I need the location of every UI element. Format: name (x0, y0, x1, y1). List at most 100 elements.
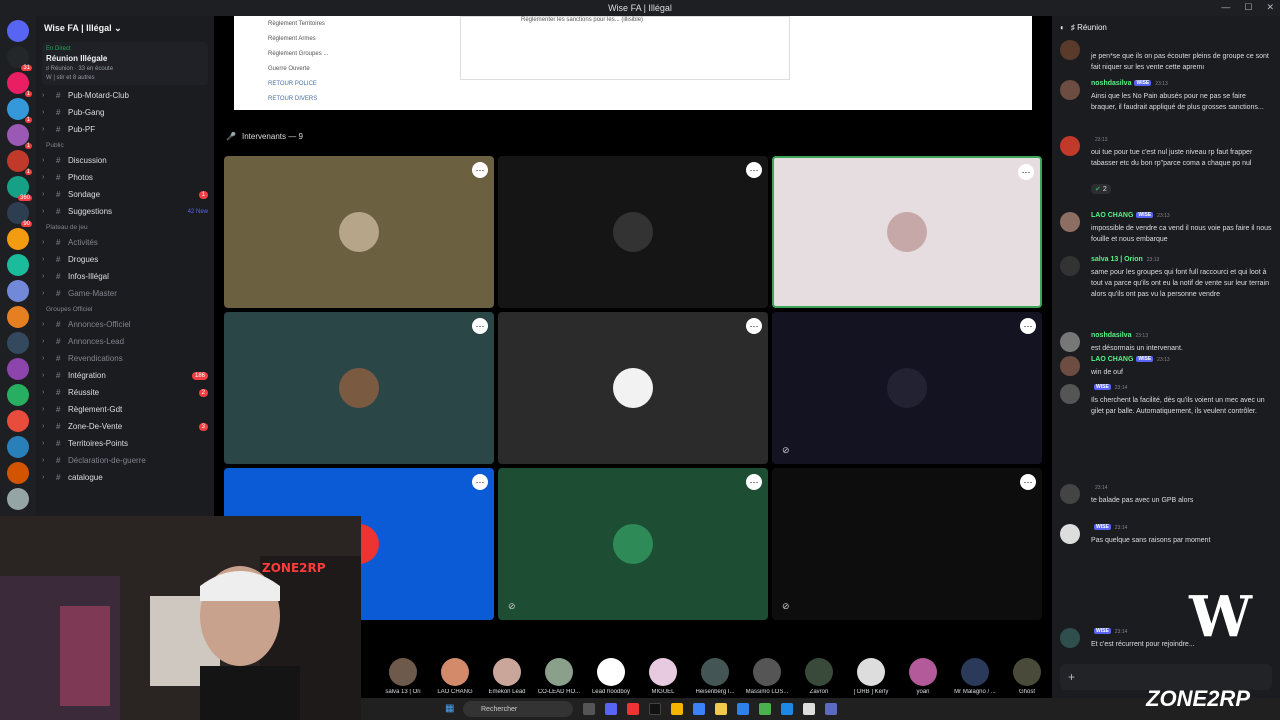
server-icon[interactable]: 31 (7, 46, 32, 71)
muted-icon: ⊘ (508, 601, 516, 611)
guild-header[interactable]: Wise FA | Illégal ⌄ (36, 16, 214, 40)
vscode-taskbar-icon[interactable] (737, 703, 749, 715)
avatar (441, 658, 469, 686)
author-name[interactable]: LAO CHANG (1091, 356, 1133, 363)
participant-tile[interactable]: ⋯ (224, 312, 494, 464)
channel-item[interactable]: › # Drogues (36, 251, 214, 268)
tiktok-taskbar-icon[interactable] (649, 703, 661, 715)
channel-item[interactable]: › # Annonces-Officiel (36, 316, 214, 333)
channel-item[interactable]: › # Discussion (36, 152, 214, 169)
participant-tile[interactable]: ⋯ (498, 312, 768, 464)
channel-item[interactable]: › # Photos (36, 169, 214, 186)
server-icon[interactable]: 90 (7, 202, 32, 227)
watermark-logo: W (1189, 584, 1252, 650)
message-author: salva 13 | Orion 23:13 (1091, 256, 1159, 263)
participant-tile[interactable]: ⋯ (224, 156, 494, 308)
server-icon[interactable] (7, 462, 29, 484)
app4-taskbar-icon[interactable] (803, 703, 815, 715)
tile-options-icon[interactable]: ⋯ (472, 474, 488, 490)
windows-start-icon[interactable]: ▦ (445, 703, 457, 715)
participant-tile[interactable]: ⋯ (772, 156, 1042, 308)
avatar (1060, 484, 1080, 504)
server-icon[interactable] (7, 358, 29, 380)
server-icon[interactable] (7, 20, 29, 42)
explorer-taskbar-icon[interactable] (715, 703, 727, 715)
server-icon[interactable]: 1 (7, 150, 32, 175)
channel-item[interactable]: › # Pub-Motard-Club (36, 87, 214, 104)
participant-tile[interactable]: ⋯ (498, 156, 768, 308)
avatar (613, 524, 653, 564)
tile-options-icon[interactable]: ⋯ (472, 318, 488, 334)
server-icon[interactable] (7, 254, 29, 276)
channel-item[interactable]: › # Intégration 186 (36, 367, 214, 384)
channel-item[interactable]: › # Infos-Illégal (36, 268, 214, 285)
server-icon[interactable] (7, 332, 29, 354)
app5-taskbar-icon[interactable] (825, 703, 837, 715)
server-icon[interactable] (7, 280, 29, 302)
app3-taskbar-icon[interactable] (781, 703, 793, 715)
task-view-icon[interactable] (583, 703, 595, 715)
server-icon[interactable] (7, 410, 29, 432)
minimize-button[interactable]: — (1221, 2, 1230, 13)
server-icon[interactable]: 1 (7, 98, 32, 123)
maximize-button[interactable]: ☐ (1244, 2, 1252, 13)
message-time: 23:13 (1157, 357, 1170, 363)
chevron-icon: › (42, 256, 45, 263)
server-icon[interactable] (7, 436, 29, 458)
channel-item[interactable]: › # Zone-De-Vente 3 (36, 418, 214, 435)
server-icon[interactable] (7, 384, 29, 406)
tile-options-icon[interactable]: ⋯ (746, 162, 762, 178)
tile-options-icon[interactable]: ⋯ (1020, 318, 1036, 334)
tile-options-icon[interactable]: ⋯ (746, 318, 762, 334)
server-icon[interactable]: 1 (7, 124, 32, 149)
server-icon[interactable] (7, 228, 29, 250)
channel-item[interactable]: › # Pub-PF (36, 121, 214, 138)
channel-item[interactable]: › # Règlement-Gdt (36, 401, 214, 418)
tile-options-icon[interactable]: ⋯ (1018, 164, 1034, 180)
channel-item[interactable]: › # Déclaration-de-guerre (36, 452, 214, 469)
channel-item[interactable]: › # Revendications (36, 350, 214, 367)
channel-category[interactable]: Public (36, 138, 214, 152)
avatar (1060, 212, 1080, 232)
reaction-badge[interactable]: ✔ 2 (1091, 184, 1111, 194)
author-name[interactable]: noshdasilva (1091, 80, 1131, 87)
taskbar-search[interactable]: Rechercher (463, 701, 573, 717)
app2-taskbar-icon[interactable] (759, 703, 771, 715)
channel-category[interactable]: Groupes Officiel (36, 302, 214, 316)
channel-item[interactable]: › # catalogue (36, 469, 214, 486)
tile-options-icon[interactable]: ⋯ (1020, 474, 1036, 490)
author-name[interactable]: noshdasilva (1091, 332, 1131, 339)
channel-item[interactable]: › # Game-Master (36, 285, 214, 302)
chrome-taskbar-icon[interactable] (671, 703, 683, 715)
edge-taskbar-icon[interactable] (693, 703, 705, 715)
participant-tile[interactable]: ⋯ ⊘ (772, 468, 1042, 620)
hash-icon: # (56, 156, 61, 165)
close-button[interactable]: ✕ (1266, 2, 1274, 13)
taskbar: ▦ Rechercher (361, 698, 1280, 720)
server-icon[interactable] (7, 306, 29, 328)
channel-item[interactable]: › # Pub-Gang (36, 104, 214, 121)
channel-item[interactable]: › # Activités (36, 234, 214, 251)
channel-item[interactable]: › # Sondage 1 (36, 186, 214, 203)
channel-item[interactable]: › # Suggestions 42 New (36, 203, 214, 220)
app-taskbar-icon[interactable] (627, 703, 639, 715)
participant-tile[interactable]: ⋯ ⊘ (498, 468, 768, 620)
live-event-card[interactable]: En Direct Réunion Illégale ♯ Réunion · 3… (42, 42, 208, 85)
chevron-icon: › (42, 126, 45, 133)
author-name[interactable]: salva 13 | Orion (1091, 256, 1143, 263)
participant-tile[interactable]: ⋯ ⊘ (772, 312, 1042, 464)
hash-icon: # (56, 473, 61, 482)
channel-item[interactable]: › # Annonces-Lead (36, 333, 214, 350)
server-icon[interactable]: 1 (7, 72, 32, 97)
discord-taskbar-icon[interactable] (605, 703, 617, 715)
server-icon[interactable]: 360 (7, 176, 32, 201)
channel-item[interactable]: › # Réussite 2 (36, 384, 214, 401)
tile-options-icon[interactable]: ⋯ (472, 162, 488, 178)
author-name[interactable]: LAO CHANG (1091, 212, 1133, 219)
channel-category[interactable]: Plateau de jeu (36, 220, 214, 234)
speakers-header[interactable]: 🎤 Intervenants — 9 (226, 132, 303, 141)
channel-item[interactable]: › # Territoires-Points (36, 435, 214, 452)
message-author: LAO CHANG WISE 23:13 (1091, 356, 1170, 363)
server-icon[interactable] (7, 488, 29, 510)
tile-options-icon[interactable]: ⋯ (746, 474, 762, 490)
